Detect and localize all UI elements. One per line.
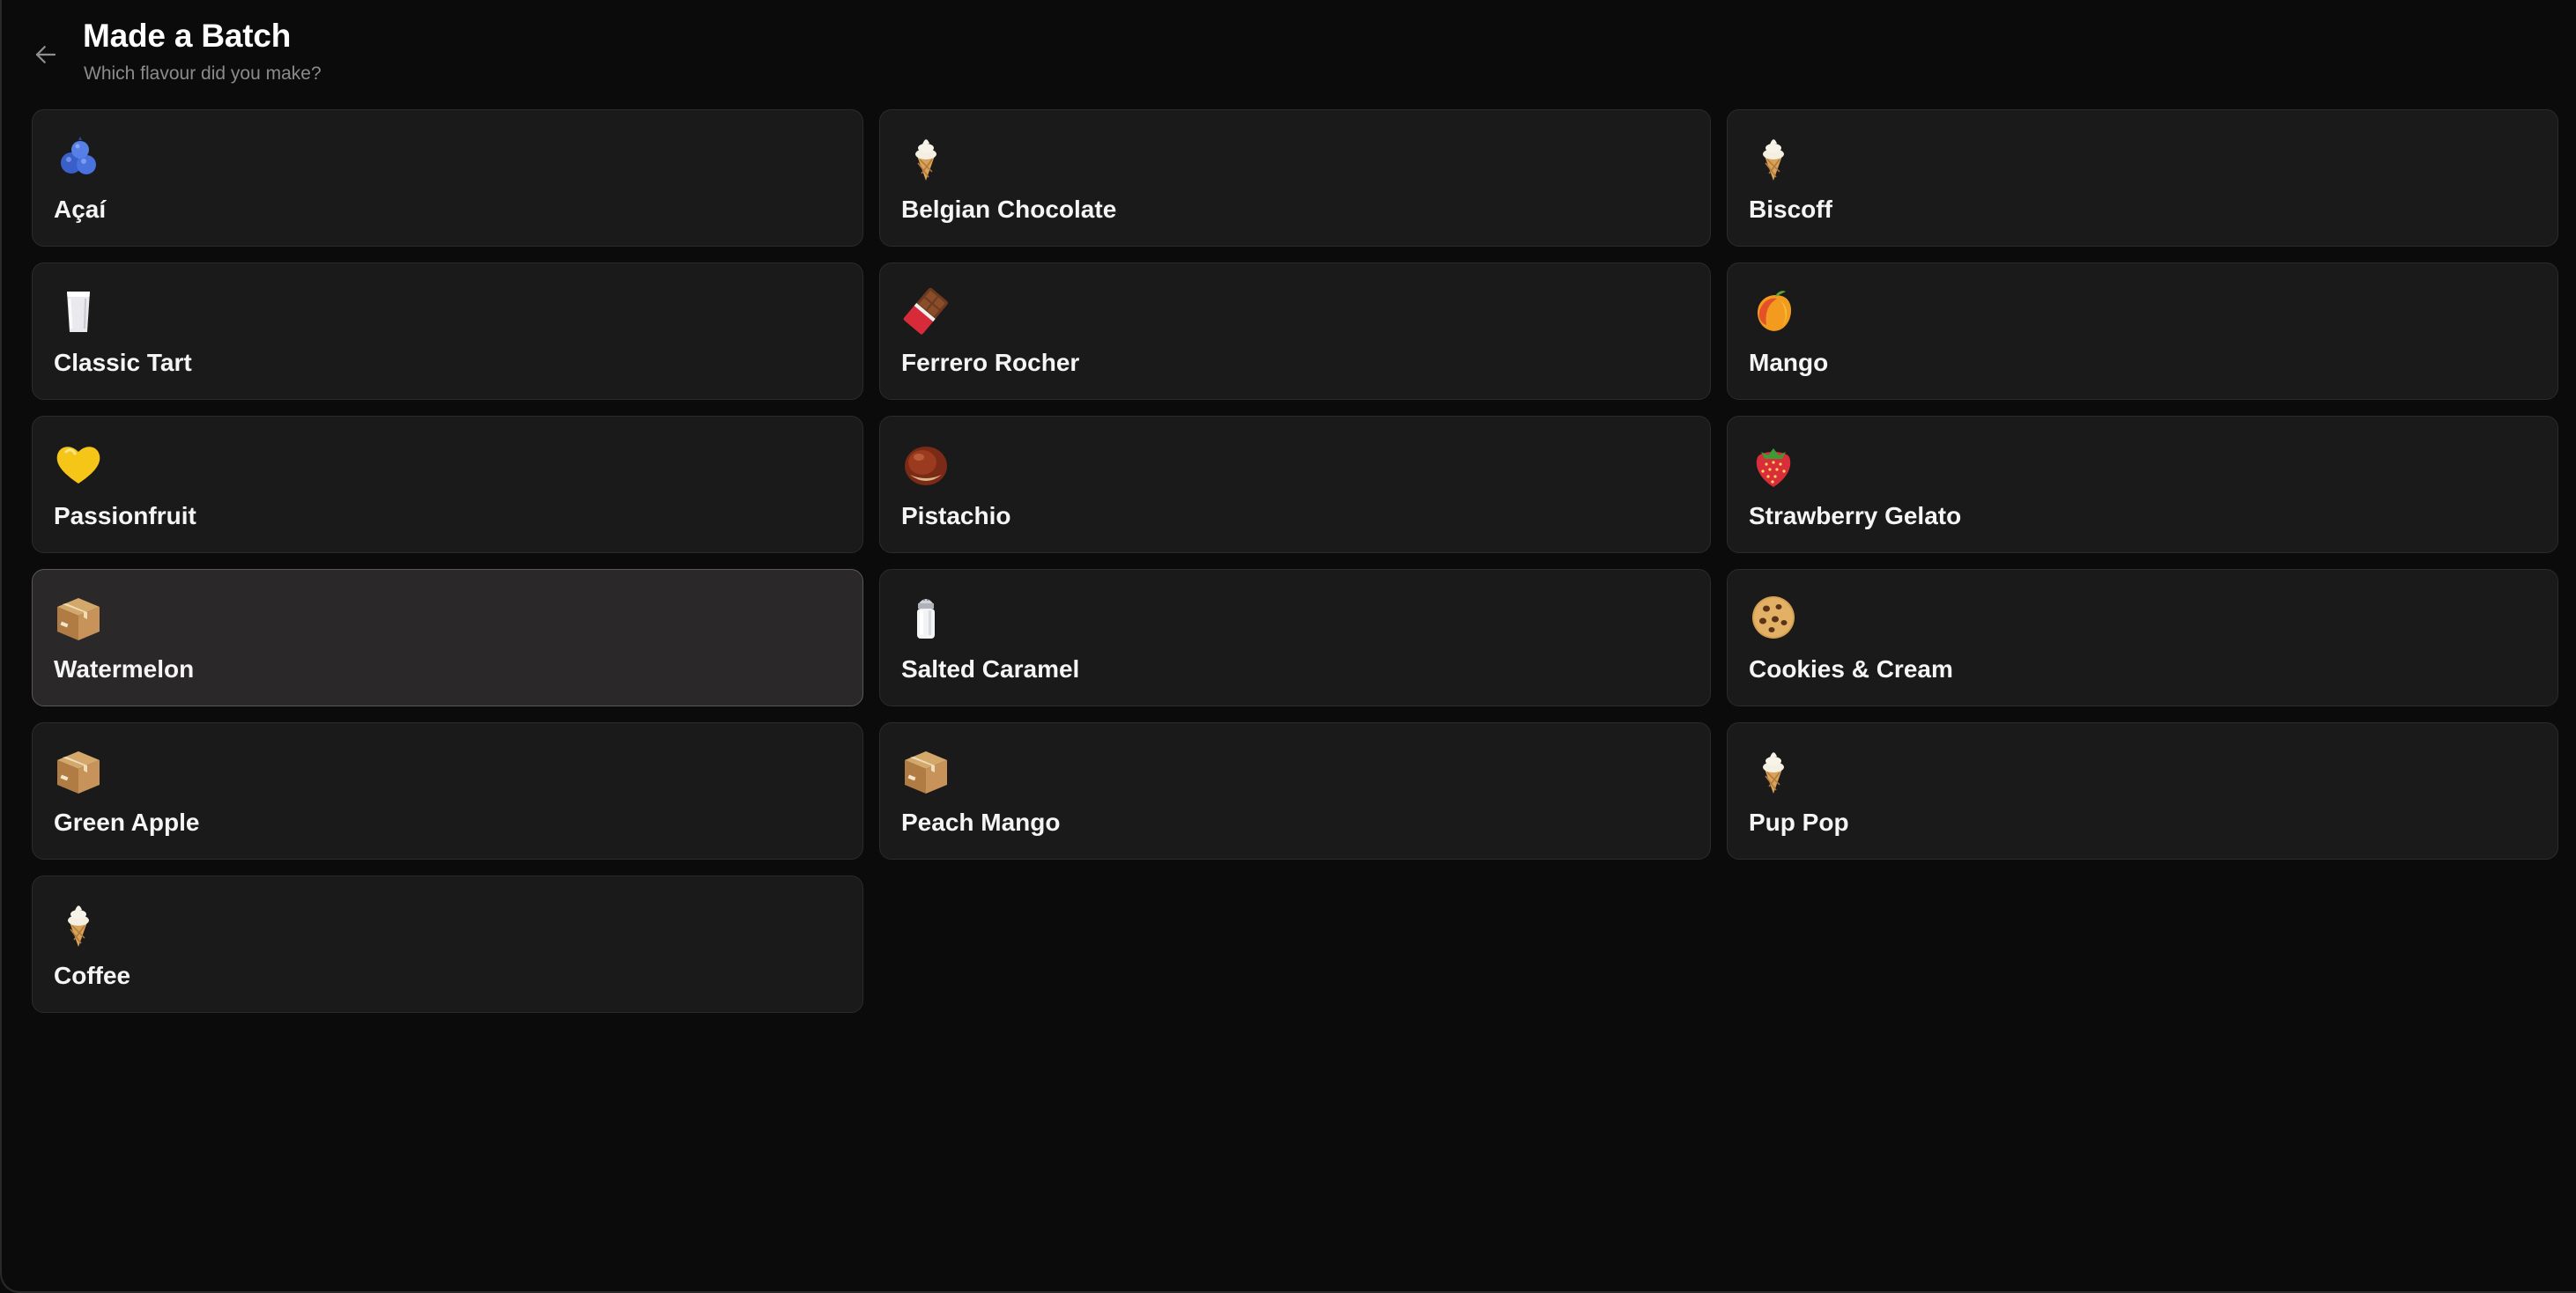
flavour-card-strawberry-gelato[interactable]: Strawberry Gelato xyxy=(1727,416,2558,553)
flavour-card-green-apple[interactable]: Green Apple xyxy=(32,722,863,860)
page-title: Made a Batch xyxy=(83,18,292,54)
flavour-label: Green Apple xyxy=(54,809,200,836)
page-header: Made a Batch Which flavour did you make? xyxy=(0,0,2576,97)
flavour-label: Belgian Chocolate xyxy=(901,196,1117,223)
chestnut-icon xyxy=(901,440,951,489)
ice-cream-cone-icon xyxy=(901,133,951,182)
flavour-card-watermelon[interactable]: Watermelon xyxy=(32,569,863,706)
flavour-label: Cookies & Cream xyxy=(1749,655,1953,683)
flavour-label: Passionfruit xyxy=(54,502,196,529)
flavour-label: Salted Caramel xyxy=(901,655,1080,683)
flavour-card-ferrero-rocher[interactable]: Ferrero Rocher xyxy=(879,262,1711,400)
flavour-card-pup-pop[interactable]: Pup Pop xyxy=(1727,722,2558,860)
flavour-label: Pistachio xyxy=(901,502,1011,529)
flavour-label: Peach Mango xyxy=(901,809,1061,836)
page-subtitle: Which flavour did you make? xyxy=(84,63,322,84)
back-button[interactable] xyxy=(25,33,67,76)
flavour-card-acai[interactable]: Açaí xyxy=(32,109,863,247)
flavour-label: Biscoff xyxy=(1749,196,1832,223)
flavour-label: Watermelon xyxy=(54,655,195,683)
package-box-icon xyxy=(54,593,103,642)
flavour-card-cookies-and-cream[interactable]: Cookies & Cream xyxy=(1727,569,2558,706)
flavour-card-coffee[interactable]: Coffee xyxy=(32,876,863,1013)
ice-cream-cone-icon xyxy=(54,899,103,949)
mango-icon xyxy=(1749,286,1798,336)
flavour-card-biscoff[interactable]: Biscoff xyxy=(1727,109,2558,247)
ice-cream-cone-icon xyxy=(1749,746,1798,795)
yellow-heart-icon xyxy=(54,440,103,489)
flavour-label: Strawberry Gelato xyxy=(1749,502,1962,529)
milk-glass-icon xyxy=(54,286,103,336)
flavour-label: Classic Tart xyxy=(54,349,192,376)
ice-cream-cone-icon xyxy=(1749,133,1798,182)
flavour-card-salted-caramel[interactable]: Salted Caramel xyxy=(879,569,1711,706)
flavour-card-peach-mango[interactable]: Peach Mango xyxy=(879,722,1711,860)
flavour-label: Ferrero Rocher xyxy=(901,349,1080,376)
flavour-label: Coffee xyxy=(54,962,131,989)
cookie-icon xyxy=(1749,593,1798,642)
chocolate-bar-icon xyxy=(901,286,951,336)
blueberries-icon xyxy=(54,133,103,182)
flavour-card-mango[interactable]: Mango xyxy=(1727,262,2558,400)
strawberry-icon xyxy=(1749,440,1798,489)
flavour-card-passionfruit[interactable]: Passionfruit xyxy=(32,416,863,553)
flavour-card-classic-tart[interactable]: Classic Tart xyxy=(32,262,863,400)
flavour-grid: Açaí Belgian Chocolate Biscoff Classic T… xyxy=(32,109,2558,1013)
flavour-label: Pup Pop xyxy=(1749,809,1849,836)
flavour-card-belgian-chocolate[interactable]: Belgian Chocolate xyxy=(879,109,1711,247)
flavour-label: Mango xyxy=(1749,349,1829,376)
arrow-left-icon xyxy=(35,46,56,63)
flavour-label: Açaí xyxy=(54,196,107,223)
package-box-icon xyxy=(54,746,103,795)
salt-shaker-icon xyxy=(901,593,951,642)
package-box-icon xyxy=(901,746,951,795)
flavour-card-pistachio[interactable]: Pistachio xyxy=(879,416,1711,553)
